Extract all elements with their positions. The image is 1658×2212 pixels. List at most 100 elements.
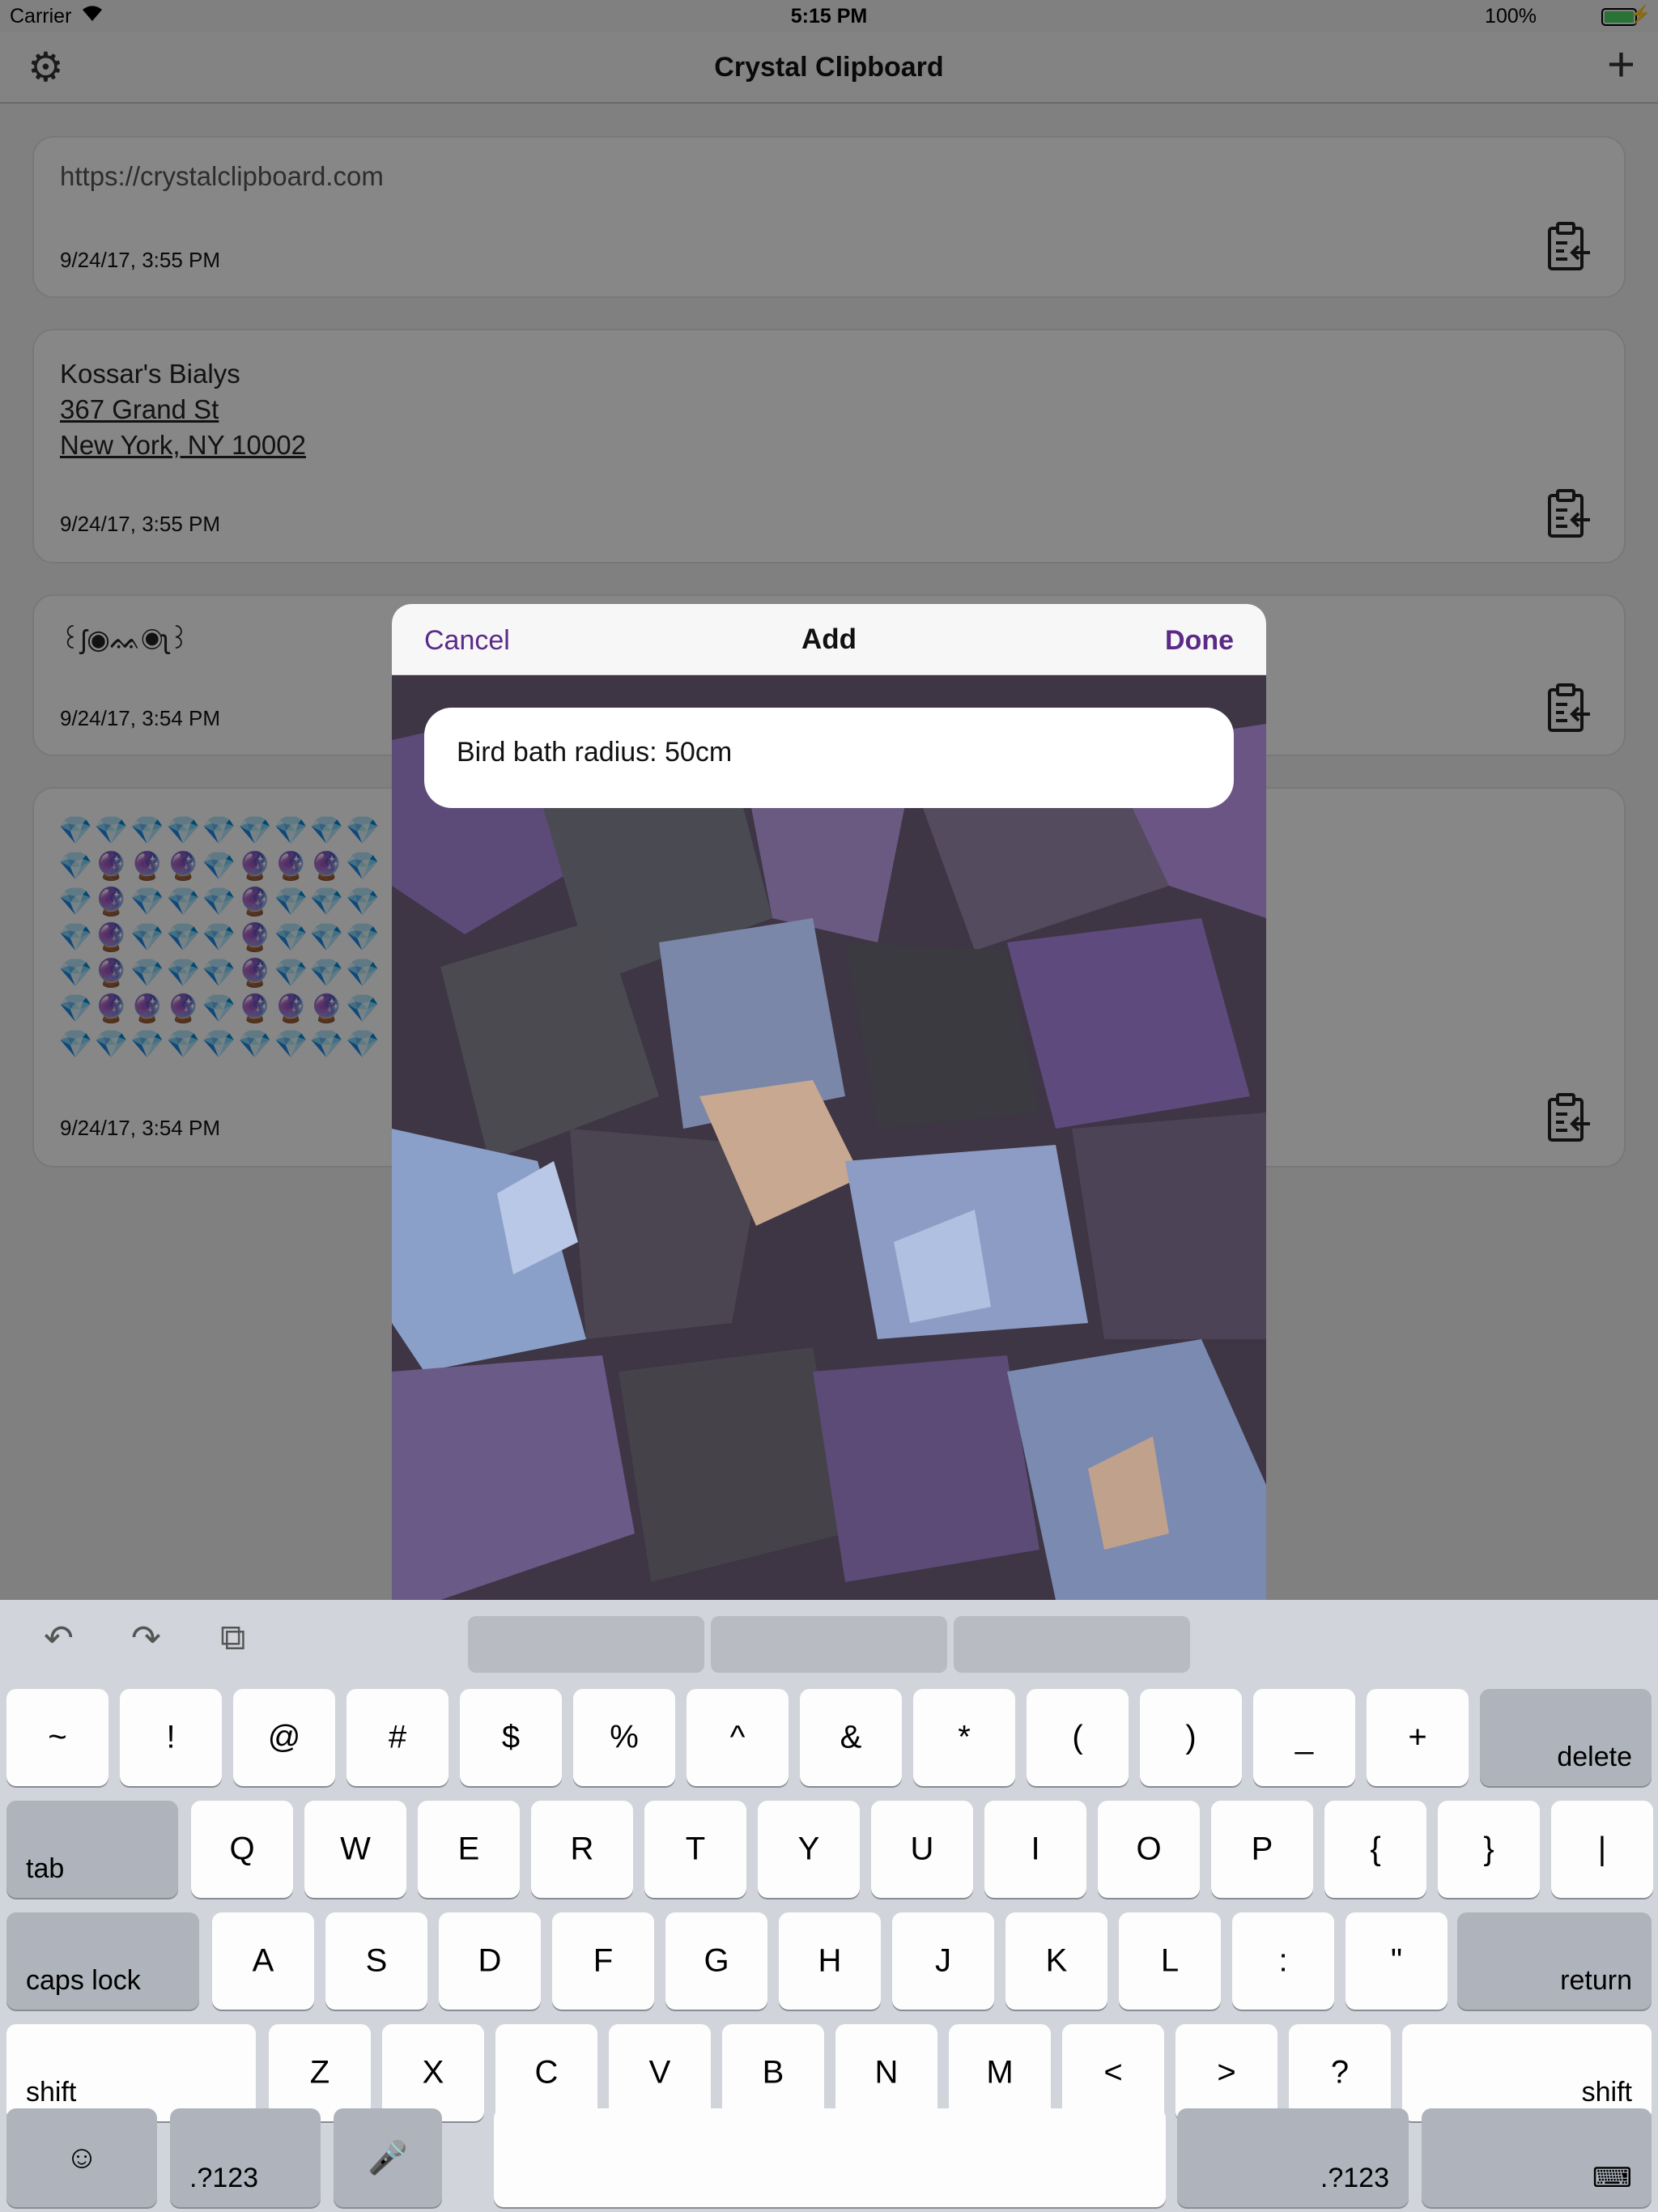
key[interactable]: _ xyxy=(1253,1689,1355,1786)
undo-icon[interactable]: ↶ xyxy=(44,1618,74,1659)
suggestion-slot[interactable] xyxy=(954,1616,1190,1673)
delete-key[interactable]: delete xyxy=(1480,1689,1652,1786)
key-label: shift xyxy=(1581,2077,1632,2108)
key-label: ? xyxy=(1330,2054,1350,2091)
key[interactable]: N xyxy=(835,2024,937,2121)
key-label: .?123 xyxy=(1320,2163,1389,2193)
key[interactable]: Q xyxy=(191,1801,293,1898)
key-label: C xyxy=(534,2054,559,2091)
key[interactable]: > xyxy=(1175,2024,1278,2121)
key[interactable]: S xyxy=(325,1912,427,2010)
key-label: < xyxy=(1103,2054,1123,2091)
key-label: D xyxy=(478,1942,502,1979)
key[interactable]: X xyxy=(382,2024,484,2121)
keyboard: ↶ ↷ ⧉ ~! @ # $% ^ & * () _ + delete tab Q W E R T Y U I O P {}… xyxy=(0,1600,1658,2212)
key[interactable]: C xyxy=(495,2024,597,2121)
key-label: L xyxy=(1160,1942,1180,1979)
key[interactable]: L xyxy=(1119,1912,1221,2010)
key[interactable]: V xyxy=(609,2024,711,2121)
done-button[interactable]: Done xyxy=(1165,625,1234,657)
key-label: V xyxy=(648,2054,671,2091)
key-label: & xyxy=(840,1719,862,1755)
key-label: ^ xyxy=(729,1719,746,1755)
key[interactable]: Z xyxy=(269,2024,371,2121)
key[interactable]: @ xyxy=(233,1689,335,1786)
key[interactable]: * xyxy=(913,1689,1015,1786)
key[interactable]: % xyxy=(573,1689,675,1786)
key[interactable]: & xyxy=(800,1689,902,1786)
key[interactable]: ( xyxy=(1027,1689,1129,1786)
key[interactable]: H xyxy=(779,1912,881,2010)
key-label: X xyxy=(422,2054,444,2091)
key[interactable]: : xyxy=(1232,1912,1334,2010)
keyboard-shortcut-bar: ↶ ↷ ⧉ xyxy=(0,1600,1658,1674)
key[interactable]: A xyxy=(212,1912,314,2010)
key-label: .?123 xyxy=(189,2163,259,2193)
key[interactable]: F xyxy=(552,1912,654,2010)
sheet-header: Cancel Add Done xyxy=(392,604,1266,675)
key[interactable]: ~ xyxy=(6,1689,108,1786)
key-label: H xyxy=(818,1942,842,1979)
key[interactable]: W xyxy=(304,1801,406,1898)
key[interactable]: $ xyxy=(460,1689,562,1786)
key[interactable]: ^ xyxy=(687,1689,789,1786)
clip-text-field[interactable] xyxy=(424,708,1234,808)
numbers-key[interactable]: .?123 xyxy=(1177,2108,1409,2207)
key-label: _ xyxy=(1295,1719,1314,1755)
key-label: S xyxy=(365,1942,388,1979)
key[interactable]: ) xyxy=(1140,1689,1242,1786)
key[interactable]: I xyxy=(984,1801,1086,1898)
key[interactable]: Y xyxy=(758,1801,860,1898)
key[interactable]: U xyxy=(871,1801,973,1898)
key[interactable]: + xyxy=(1367,1689,1469,1786)
numbers-key[interactable]: .?123 xyxy=(170,2108,321,2207)
key[interactable]: ! xyxy=(120,1689,222,1786)
dismiss-keyboard-key[interactable]: ⌨ xyxy=(1422,2108,1652,2207)
key-label: ⌨ xyxy=(1592,2163,1632,2193)
key[interactable]: { xyxy=(1324,1801,1426,1898)
key[interactable]: O xyxy=(1098,1801,1200,1898)
clip-text-input[interactable] xyxy=(457,737,1185,768)
key-label: K xyxy=(1045,1942,1068,1979)
key[interactable]: < xyxy=(1062,2024,1164,2121)
redo-icon[interactable]: ↷ xyxy=(131,1618,161,1659)
shift-key[interactable]: shift xyxy=(6,2024,256,2121)
suggestion-slot[interactable] xyxy=(468,1616,704,1673)
tab-key[interactable]: tab xyxy=(6,1801,178,1898)
key-label: | xyxy=(1597,1831,1607,1867)
microphone-key[interactable]: 🎤 xyxy=(334,2108,442,2207)
key[interactable]: E xyxy=(418,1801,520,1898)
suggestion-slot[interactable] xyxy=(711,1616,947,1673)
key-label: * xyxy=(958,1719,971,1755)
key[interactable]: | xyxy=(1551,1801,1653,1898)
key[interactable]: K xyxy=(1005,1912,1107,2010)
key[interactable]: M xyxy=(949,2024,1051,2121)
key[interactable]: D xyxy=(439,1912,541,2010)
emoji-key[interactable]: ☺ xyxy=(6,2108,157,2207)
key[interactable]: # xyxy=(346,1689,449,1786)
shift-key[interactable]: shift xyxy=(1402,2024,1652,2121)
key[interactable]: ? xyxy=(1289,2024,1391,2121)
sheet-title: Add xyxy=(801,623,857,655)
key[interactable]: " xyxy=(1346,1912,1448,2010)
key-label: J xyxy=(935,1942,951,1979)
key[interactable]: B xyxy=(722,2024,824,2121)
key-label: { xyxy=(1370,1831,1381,1867)
key[interactable]: T xyxy=(644,1801,746,1898)
key[interactable]: R xyxy=(531,1801,633,1898)
key-label: % xyxy=(610,1719,639,1755)
key[interactable]: } xyxy=(1438,1801,1540,1898)
paste-icon[interactable]: ⧉ xyxy=(220,1618,245,1658)
return-key[interactable]: return xyxy=(1457,1912,1652,2010)
key[interactable]: P xyxy=(1211,1801,1313,1898)
key-label: P xyxy=(1251,1831,1273,1867)
key-label: O xyxy=(1136,1831,1162,1867)
key-label: ~ xyxy=(48,1719,67,1755)
key-label: T xyxy=(685,1831,706,1867)
key[interactable]: J xyxy=(892,1912,994,2010)
key-label: M xyxy=(986,2054,1014,2091)
key[interactable]: G xyxy=(665,1912,767,2010)
space-bar[interactable] xyxy=(494,2108,1166,2207)
caps-lock-key[interactable]: caps lock xyxy=(6,1912,199,2010)
key-label: } xyxy=(1483,1831,1494,1867)
